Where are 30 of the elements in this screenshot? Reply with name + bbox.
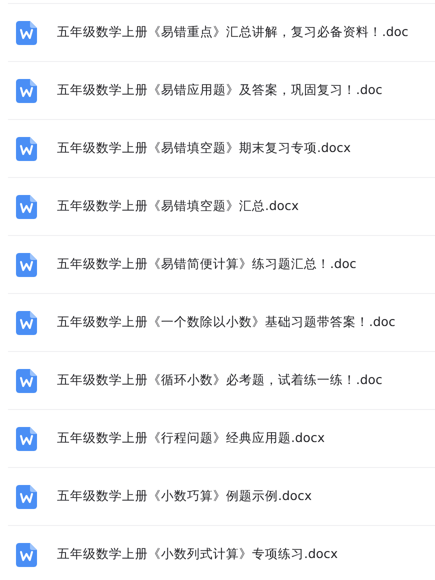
file-row[interactable]: 五年级数学上册《易错重点》汇总讲解，复习必备资料！.doc (8, 3, 435, 61)
file-name: 五年级数学上册《易错填空题》汇总.docx (57, 198, 299, 215)
file-name: 五年级数学上册《循环小数》必考题，试着练一练！.doc (57, 372, 382, 389)
word-document-icon (16, 252, 37, 276)
word-document-icon (16, 426, 37, 450)
file-row[interactable]: 五年级数学上册《小数列式计算》专项练习.docx (8, 525, 435, 580)
file-name: 五年级数学上册《易错简便计算》练习题汇总！.doc (57, 256, 356, 273)
file-row[interactable]: 五年级数学上册《循环小数》必考题，试着练一练！.doc (8, 351, 435, 409)
word-document-icon (16, 194, 37, 218)
file-name: 五年级数学上册《易错重点》汇总讲解，复习必备资料！.doc (57, 24, 408, 41)
word-document-icon (16, 542, 37, 566)
word-document-icon (16, 484, 37, 508)
word-document-icon (16, 368, 37, 392)
file-name: 五年级数学上册《小数列式计算》专项练习.docx (57, 546, 338, 563)
file-row[interactable]: 五年级数学上册《易错填空题》期末复习专项.docx (8, 119, 435, 177)
file-name: 五年级数学上册《一个数除以小数》基础习题带答案！.doc (57, 314, 396, 331)
file-name: 五年级数学上册《小数巧算》例题示例.docx (57, 488, 312, 505)
word-document-icon (16, 136, 37, 160)
word-document-icon (16, 310, 37, 334)
word-document-icon (16, 78, 37, 102)
file-row[interactable]: 五年级数学上册《易错填空题》汇总.docx (8, 177, 435, 235)
file-name: 五年级数学上册《易错应用题》及答案，巩固复习！.doc (57, 82, 382, 99)
file-row[interactable]: 五年级数学上册《易错简便计算》练习题汇总！.doc (8, 235, 435, 293)
word-document-icon (16, 20, 37, 44)
file-name: 五年级数学上册《行程问题》经典应用题.docx (57, 430, 325, 447)
file-row[interactable]: 五年级数学上册《一个数除以小数》基础习题带答案！.doc (8, 293, 435, 351)
file-row[interactable]: 五年级数学上册《小数巧算》例题示例.docx (8, 467, 435, 525)
file-name: 五年级数学上册《易错填空题》期末复习专项.docx (57, 140, 351, 157)
file-row[interactable]: 五年级数学上册《易错应用题》及答案，巩固复习！.doc (8, 61, 435, 119)
file-row[interactable]: 五年级数学上册《行程问题》经典应用题.docx (8, 409, 435, 467)
